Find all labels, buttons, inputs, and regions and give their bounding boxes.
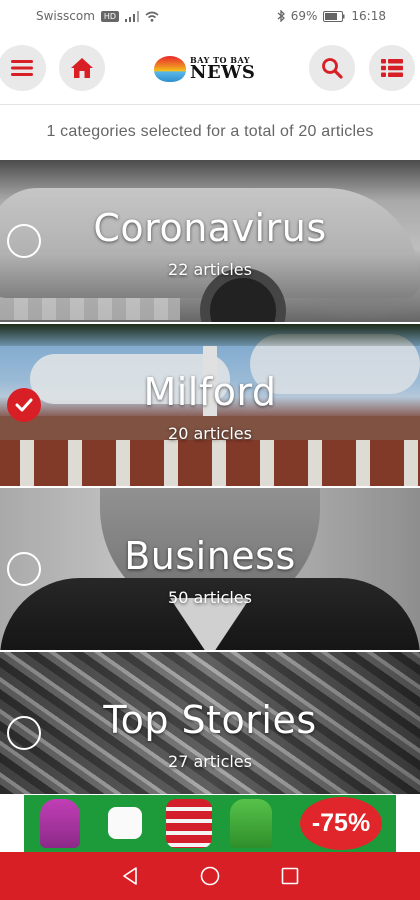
signal-icon	[125, 10, 140, 22]
list-icon	[381, 59, 403, 77]
category-list-button[interactable]	[369, 45, 415, 91]
clock: 16:18	[351, 9, 386, 23]
header-divider	[0, 104, 420, 105]
home-icon	[71, 58, 93, 78]
status-bar: Swisscom HD 69% 16:18	[0, 0, 420, 32]
ad-discount-badge: -75%	[300, 797, 382, 850]
logo-sunset-icon	[154, 56, 186, 82]
search-button[interactable]	[309, 45, 355, 91]
ad-banner[interactable]: -75%	[0, 795, 420, 852]
wifi-icon	[145, 11, 159, 22]
ad-socks-image	[166, 799, 212, 848]
back-icon	[123, 867, 137, 885]
ad-jacket-image	[40, 799, 80, 848]
category-card-top-stories[interactable]: Top Stories 27 articles	[0, 652, 420, 794]
category-count: 22 articles	[168, 260, 252, 279]
app-header: BAY TO BAY NEWS	[0, 32, 420, 104]
selection-summary: 1 categories selected for a total of 20 …	[46, 123, 374, 140]
category-count: 20 articles	[168, 424, 252, 443]
recents-icon	[281, 867, 299, 885]
nav-home-button[interactable]	[198, 864, 222, 888]
battery-percent: 69%	[290, 9, 318, 23]
system-nav-bar	[0, 852, 420, 900]
category-name: Top Stories	[103, 698, 317, 742]
home-circle-icon	[200, 866, 220, 886]
carrier-label: Swisscom	[36, 9, 95, 23]
nav-recents-button[interactable]	[278, 864, 302, 888]
category-count: 27 articles	[168, 752, 252, 771]
ad-earbuds-image	[108, 807, 142, 839]
category-name: Business	[124, 534, 296, 578]
category-card-coronavirus[interactable]: Coronavirus 22 articles	[0, 160, 420, 322]
home-button[interactable]	[59, 45, 105, 91]
network-badge: HD	[100, 10, 120, 22]
battery-icon	[323, 10, 345, 22]
category-card-business[interactable]: Business 50 articles	[0, 488, 420, 650]
ad-coat-image	[230, 799, 272, 848]
menu-button[interactable]	[0, 45, 46, 91]
search-icon	[322, 58, 343, 79]
category-name: Milford	[143, 370, 277, 414]
category-name: Coronavirus	[93, 206, 327, 250]
logo-big-text: NEWS	[190, 62, 256, 83]
category-count: 50 articles	[168, 588, 252, 607]
category-card-milford[interactable]: Milford 20 articles	[0, 324, 420, 486]
menu-icon	[11, 60, 33, 76]
bluetooth-icon	[277, 10, 285, 22]
app-logo[interactable]: BAY TO BAY NEWS	[154, 52, 266, 86]
nav-back-button[interactable]	[118, 864, 142, 888]
